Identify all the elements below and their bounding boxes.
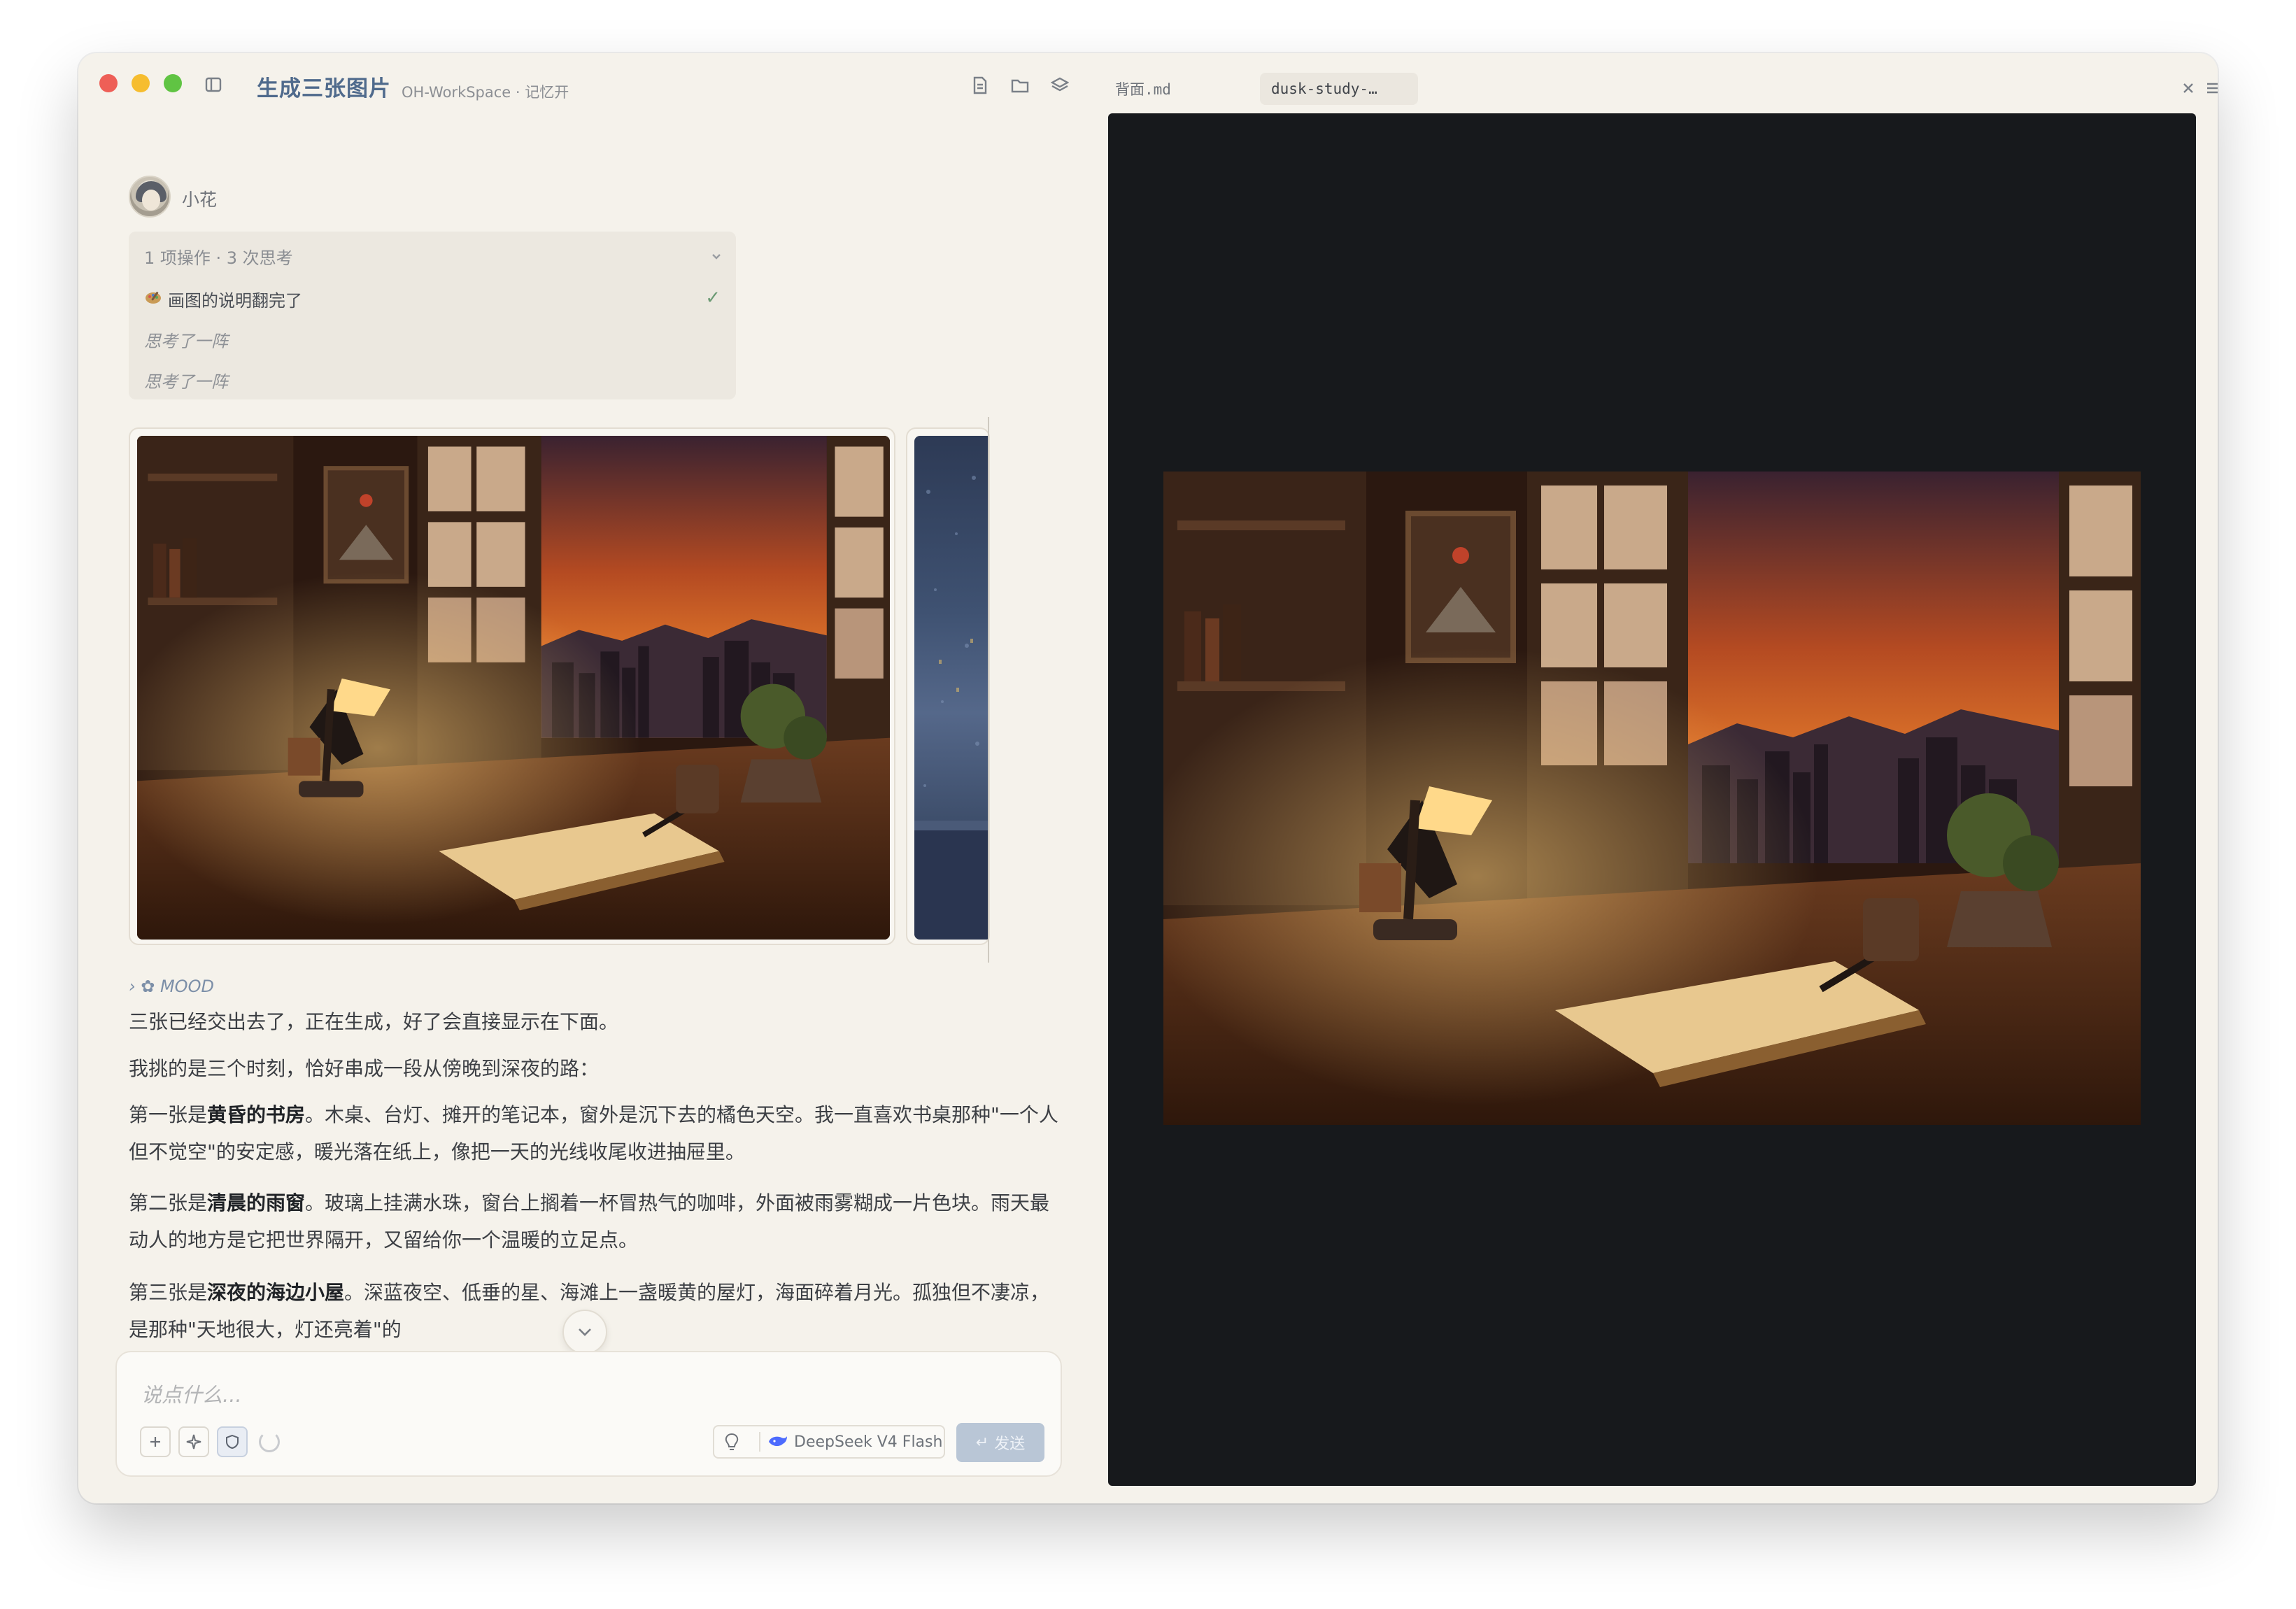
deepseek-whale-icon xyxy=(767,1433,788,1453)
chevron-down-icon xyxy=(579,1328,591,1336)
preview-pane: 背面.md dusk-study-… xyxy=(1097,53,2218,1503)
carousel-divider xyxy=(988,417,989,963)
loading-spinner-icon xyxy=(259,1431,280,1452)
shield-button[interactable] xyxy=(217,1426,248,1457)
minimize-window-button[interactable] xyxy=(132,74,150,92)
shield-icon xyxy=(226,1434,239,1449)
mood-toggle[interactable]: › ✿ MOOD xyxy=(129,977,214,996)
app-window: 生成三张图片 OH-WorkSpace · 记忆开 小花 1 项操作 · 3 次… xyxy=(78,53,2218,1503)
scroll-to-bottom-button[interactable] xyxy=(562,1310,607,1354)
avatar xyxy=(129,176,171,218)
page-title: 生成三张图片 xyxy=(257,76,391,101)
enter-icon: ↵ xyxy=(975,1433,989,1452)
folder-icon[interactable] xyxy=(1009,74,1031,97)
operation-label: 画图的说明翻完了 xyxy=(168,291,302,311)
palette-icon xyxy=(144,290,162,309)
zoom-window-button[interactable] xyxy=(164,74,182,92)
image-card-rain-window[interactable] xyxy=(906,427,990,945)
add-attachment-button[interactable] xyxy=(140,1426,171,1457)
tab-back-md[interactable]: 背面.md xyxy=(1104,73,1182,105)
paragraph-3: 第一张是黄昏的书房。木桌、台灯、摊开的笔记本，窗外是沉下去的橘色天空。我一直喜欢… xyxy=(129,1103,1058,1163)
close-icon[interactable] xyxy=(2177,77,2199,99)
operation-item[interactable]: 画图的说明翻完了 xyxy=(144,287,302,311)
sparkle-icon xyxy=(186,1434,201,1449)
menu-icon[interactable] xyxy=(2202,77,2218,99)
dusk-study-image[interactable] xyxy=(137,436,890,940)
paragraph-1: 三张已经交出去了，正在生成，好了会直接显示在下面。 xyxy=(129,1010,619,1033)
message-input[interactable]: 说点什么... xyxy=(141,1379,242,1408)
chevron-down-icon[interactable] xyxy=(711,250,722,263)
author-name: 小花 xyxy=(182,190,218,210)
layers-icon[interactable] xyxy=(1049,74,1071,97)
dusk-study-preview[interactable] xyxy=(1163,472,2141,1125)
paragraph-2: 我挑的是三个时刻，恰好串成一段从傍晚到深夜的路： xyxy=(129,1057,600,1080)
image-viewer[interactable] xyxy=(1108,113,2196,1486)
check-icon: ✓ xyxy=(705,288,721,309)
composer: 说点什么... DeepSeek V4 Flash ↵ 发送 xyxy=(115,1351,1062,1477)
model-selector[interactable]: DeepSeek V4 Flash xyxy=(713,1425,945,1459)
thought-item[interactable]: 思考了一阵 xyxy=(144,368,228,392)
document-icon[interactable] xyxy=(969,74,991,97)
rain-window-image[interactable] xyxy=(914,436,988,940)
lightbulb-icon[interactable] xyxy=(723,1432,741,1456)
image-card-dusk-study[interactable] xyxy=(129,427,895,945)
thought-item[interactable]: 思考了一阵 xyxy=(144,327,228,352)
paragraph-4: 第二张是清晨的雨窗。玻璃上挂满水珠，窗台上搁着一杯冒热气的咖啡，外面被雨雾糊成一… xyxy=(129,1191,1050,1252)
tab-dusk-study[interactable]: dusk-study-… xyxy=(1260,73,1418,105)
operations-panel: 1 项操作 · 3 次思考 画图的说明翻完了 ✓ 思考了一阵 思考了一阵 xyxy=(129,232,736,399)
plus-icon xyxy=(150,1437,160,1447)
workspace-subtitle: OH-WorkSpace · 记忆开 xyxy=(402,84,569,101)
model-name: DeepSeek V4 Flash xyxy=(794,1433,943,1451)
close-window-button[interactable] xyxy=(99,74,118,92)
sidebar-icon[interactable] xyxy=(203,74,224,95)
sparkle-button[interactable] xyxy=(178,1426,209,1457)
operations-summary[interactable]: 1 项操作 · 3 次思考 xyxy=(144,244,293,269)
send-button[interactable]: ↵ 发送 xyxy=(956,1423,1044,1462)
